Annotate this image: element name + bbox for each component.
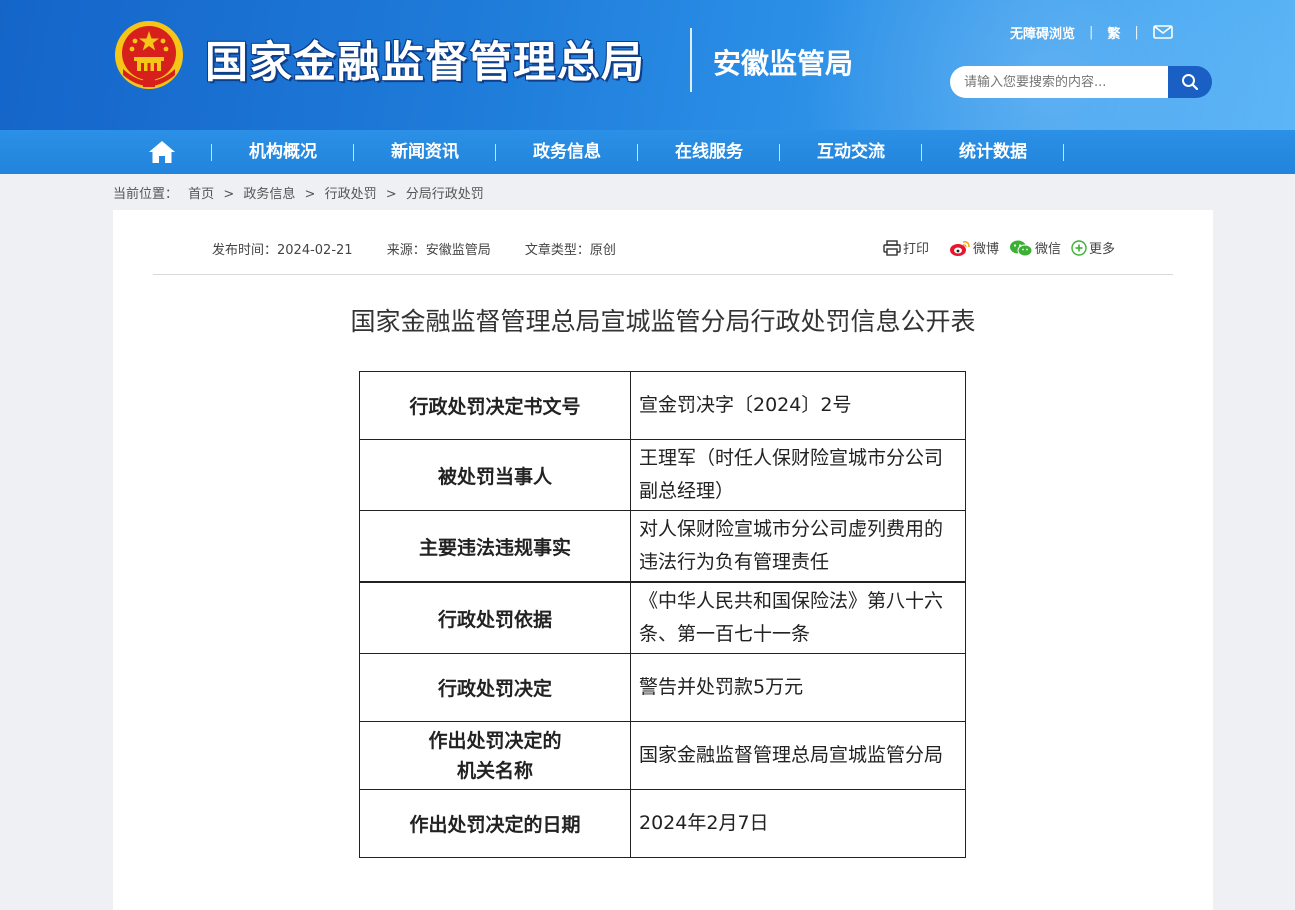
nav-item-statistics[interactable]: 统计数据 [922, 130, 1064, 174]
breadcrumb-penalty[interactable]: 行政处罚 [325, 187, 377, 202]
site-header: 国家金融监督管理总局 安徽监管局 无障碍浏览 | 繁 | [0, 0, 1295, 130]
link-separator: | [1134, 24, 1139, 40]
search-box [950, 66, 1212, 98]
mail-icon[interactable] [1153, 25, 1173, 39]
search-input[interactable] [950, 66, 1168, 98]
weibo-label: 微博 [973, 242, 1000, 257]
breadcrumb-label: 当前位置： [113, 187, 179, 202]
traditional-chinese-link[interactable]: 繁 [1107, 23, 1120, 42]
row-value: 《中华人民共和国保险法》第八十六条、第一百七十一条 [630, 581, 966, 654]
table-row: 行政处罚决定书文号 宣金罚决字〔2024〕2号 [359, 371, 966, 440]
row-key: 作出处罚决定的日期 [359, 789, 631, 858]
nav-item-government-info[interactable]: 政务信息 [496, 130, 638, 174]
nav-item-about[interactable]: 机构概况 [212, 130, 354, 174]
row-value: 对人保财险宣城市分公司虚列费用的违法行为负有管理责任 [630, 510, 966, 583]
home-icon[interactable] [148, 140, 176, 164]
row-key-line: 作出处罚决定的 [428, 729, 562, 752]
row-key: 被处罚当事人 [359, 439, 631, 511]
search-button[interactable] [1168, 66, 1212, 98]
breadcrumb-separator: > [223, 187, 235, 202]
breadcrumb-branch-penalty[interactable]: 分局行政处罚 [406, 187, 484, 202]
more-label: 更多 [1089, 242, 1116, 257]
row-key-line: 机关名称 [456, 759, 533, 782]
title-divider [690, 28, 692, 92]
article-title: 国家金融监督管理总局宣城监管分局行政处罚信息公开表 [350, 307, 976, 336]
nav-separator [1063, 144, 1064, 161]
table-row: 作出处罚决定的 机关名称 国家金融监督管理总局宣城监管分局 [359, 721, 966, 790]
bureau-subtitle[interactable]: 安徽监管局 [713, 42, 853, 82]
row-value: 警告并处罚款5万元 [630, 653, 966, 722]
wechat-share-button[interactable]: 微信 [1009, 238, 1061, 257]
row-key: 主要违法违规事实 [359, 510, 631, 583]
print-label: 打印 [903, 242, 930, 257]
row-value: 王理军（时任人保财险宣城市分公司副总经理） [630, 439, 966, 511]
link-separator: | [1089, 24, 1094, 40]
more-share-button[interactable]: 更多 [1071, 238, 1115, 257]
national-emblem-icon[interactable] [113, 19, 185, 93]
plus-circle-icon [1071, 239, 1087, 256]
row-key: 行政处罚决定 [359, 653, 631, 722]
wechat-label: 微信 [1035, 242, 1062, 257]
breadcrumb-government-info[interactable]: 政务信息 [243, 187, 295, 202]
article-type: 文章类型：原创 [524, 243, 616, 258]
article-card: 发布时间：2024-02-21 来源：安徽监管局 文章类型：原创 打印 微博 微… [113, 210, 1213, 910]
publish-time: 发布时间：2024-02-21 [212, 243, 353, 258]
wechat-icon [1010, 240, 1033, 256]
row-value: 2024年2月7日 [630, 789, 966, 858]
nav-item-news[interactable]: 新闻资讯 [354, 130, 496, 174]
main-nav: 机构概况 新闻资讯 政务信息 在线服务 互动交流 统计数据 [0, 130, 1295, 174]
top-links: 无障碍浏览 | 繁 | [1010, 21, 1173, 43]
weibo-share-button[interactable]: 微博 [949, 238, 999, 257]
article-source: 来源：安徽监管局 [386, 243, 491, 258]
nav-item-interaction[interactable]: 互动交流 [780, 130, 922, 174]
table-row: 行政处罚依据 《中华人民共和国保险法》第八十六条、第一百七十一条 [359, 581, 966, 654]
table-row: 主要违法违规事实 对人保财险宣城市分公司虚列费用的违法行为负有管理责任 [359, 510, 966, 583]
row-value: 国家金融监督管理总局宣城监管分局 [630, 721, 966, 790]
penalty-info-table: 行政处罚决定书文号 宣金罚决字〔2024〕2号 被处罚当事人 王理军（时任人保财… [359, 371, 966, 858]
weibo-icon [950, 240, 970, 256]
breadcrumb-separator: > [304, 187, 316, 202]
table-row: 行政处罚决定 警告并处罚款5万元 [359, 653, 966, 722]
table-row: 作出处罚决定的日期 2024年2月7日 [359, 789, 966, 858]
table-row: 被处罚当事人 王理军（时任人保财险宣城市分公司副总经理） [359, 439, 966, 511]
share-bar: 打印 微博 微信 更多 [883, 238, 1125, 257]
accessibility-link[interactable]: 无障碍浏览 [1010, 23, 1075, 42]
print-button[interactable]: 打印 [883, 238, 929, 257]
nav-item-online-service[interactable]: 在线服务 [638, 130, 780, 174]
meta-divider [153, 274, 1173, 275]
row-key: 行政处罚决定书文号 [359, 371, 631, 440]
search-icon [1182, 74, 1199, 91]
printer-icon [883, 239, 901, 256]
article-meta: 发布时间：2024-02-21 来源：安徽监管局 文章类型：原创 [212, 239, 646, 258]
breadcrumb: 当前位置： 首页 > 政务信息 > 行政处罚 > 分局行政处罚 [113, 183, 484, 202]
breadcrumb-separator: > [385, 187, 397, 202]
row-key: 作出处罚决定的 机关名称 [359, 721, 631, 790]
breadcrumb-home[interactable]: 首页 [188, 187, 214, 202]
row-value: 宣金罚决字〔2024〕2号 [630, 371, 966, 440]
row-key: 行政处罚依据 [359, 581, 631, 654]
site-title[interactable]: 国家金融监督管理总局 [205, 28, 645, 90]
